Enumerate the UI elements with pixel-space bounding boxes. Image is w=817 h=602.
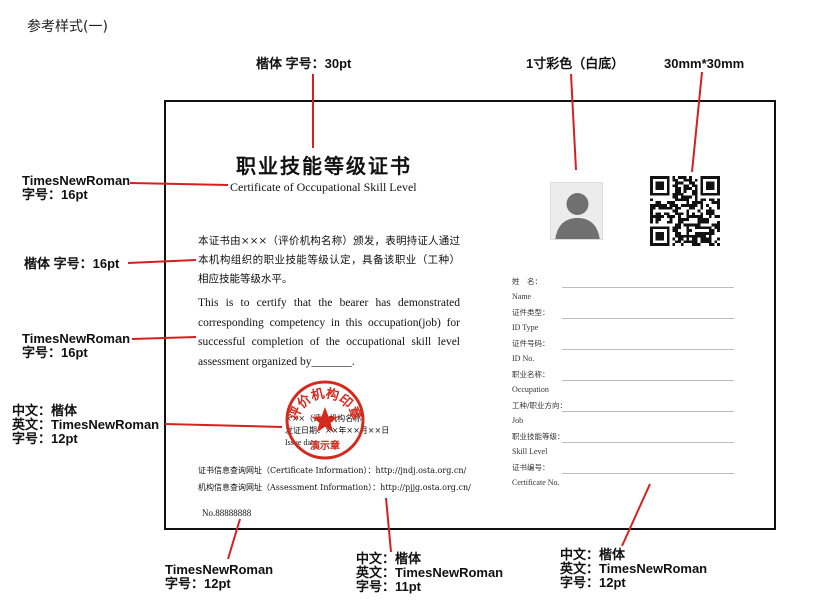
page-heading: 参考样式(一) <box>27 19 108 35</box>
field-blank-line <box>562 473 734 474</box>
field-label-cn: 姓 名： <box>512 277 542 286</box>
callout-issuer-font: 中文：楷体 英文：TimesNewRoman 字号：12pt <box>12 403 160 446</box>
callout-fields-font: 中文：楷体 英文：TimesNewRoman 字号：12pt <box>560 547 708 590</box>
certificate-url-line: 证书信息查询网址（Certificate Information）：http:/… <box>198 466 467 475</box>
field-label-en: Occupation <box>512 385 549 394</box>
field-blank-line <box>562 287 734 288</box>
field-label-en: ID Type <box>512 323 539 332</box>
certificate-title: 职业技能等级证书 <box>236 154 412 178</box>
assessment-url-line: 机构信息查询网址（Assessment Information）：http://… <box>198 483 471 492</box>
field-label-cn: 职业名称： <box>512 370 550 379</box>
callout-subtitle-font: TimesNewRoman 字号：16pt <box>22 173 131 202</box>
field-blank-line <box>562 411 734 412</box>
field-blank-line <box>562 442 734 443</box>
photo-placeholder <box>550 182 603 240</box>
seal-stamp: 评价机构印章 演示章 <box>285 380 365 460</box>
callout-cn-paragraph-font: 楷体 字号：16pt <box>24 256 120 271</box>
holder-fields: 姓 名： Name 证件类型： ID Type 证件号码： ID No. 职业名称： Occu… <box>512 276 734 493</box>
field-label-en: Skill Level <box>512 447 548 456</box>
person-silhouette-icon <box>555 193 600 239</box>
field-label-cn: 工种/职业方向： <box>512 401 568 410</box>
chinese-statement: 本证书由×××（评价机构名称）颁发，表明持证人通过本机构组织的职业技能等级认定，… <box>198 235 460 285</box>
field-label-en: ID No. <box>512 354 535 363</box>
field-label-en: Certificate No. <box>512 478 560 487</box>
field-row: 职业技能等级： Skill Level <box>512 431 734 462</box>
callout-photo: 1寸彩色（白底） <box>526 56 625 71</box>
callout-qr-size: 30mm*30mm <box>664 56 745 71</box>
field-label-cn: 证书编号： <box>512 463 550 472</box>
field-label-en: Name <box>512 292 532 301</box>
callout-title-font: 楷体 字号：30pt <box>256 56 352 71</box>
field-blank-line <box>562 380 734 381</box>
field-row: 职业名称： Occupation <box>512 369 734 400</box>
field-row: 证件号码： ID No. <box>512 338 734 369</box>
field-row: 证件类型： ID Type <box>512 307 734 338</box>
query-urls: 证书信息查询网址（Certificate Information）：http:/… <box>198 462 471 496</box>
callout-en-paragraph-font: TimesNewRoman 字号：16pt <box>22 331 131 360</box>
field-label-en: Job <box>512 416 524 425</box>
field-row: 证书编号： Certificate No. <box>512 462 734 493</box>
field-blank-line <box>562 349 734 350</box>
field-blank-line <box>562 318 734 319</box>
seal-star-icon <box>311 407 339 433</box>
field-label-cn: 职业技能等级： <box>512 432 565 441</box>
qr-code-icon <box>650 176 720 246</box>
english-statement: This is to certify that the bearer has d… <box>198 297 460 368</box>
certificate-number: No.88888888 <box>202 508 252 518</box>
callout-url-font: 中文：楷体 英文：TimesNewRoman 字号：11pt <box>356 551 504 594</box>
seal-bottom-text: 演示章 <box>310 439 340 452</box>
field-row: 姓 名： Name <box>512 276 734 307</box>
field-row: 工种/职业方向： Job <box>512 400 734 431</box>
callout-number-font: TimesNewRoman 字号：12pt <box>165 562 274 591</box>
field-label-cn: 证件号码： <box>512 339 550 348</box>
certificate-subtitle: Certificate of Occupational Skill Level <box>230 180 417 194</box>
field-label-cn: 证件类型： <box>512 308 550 317</box>
